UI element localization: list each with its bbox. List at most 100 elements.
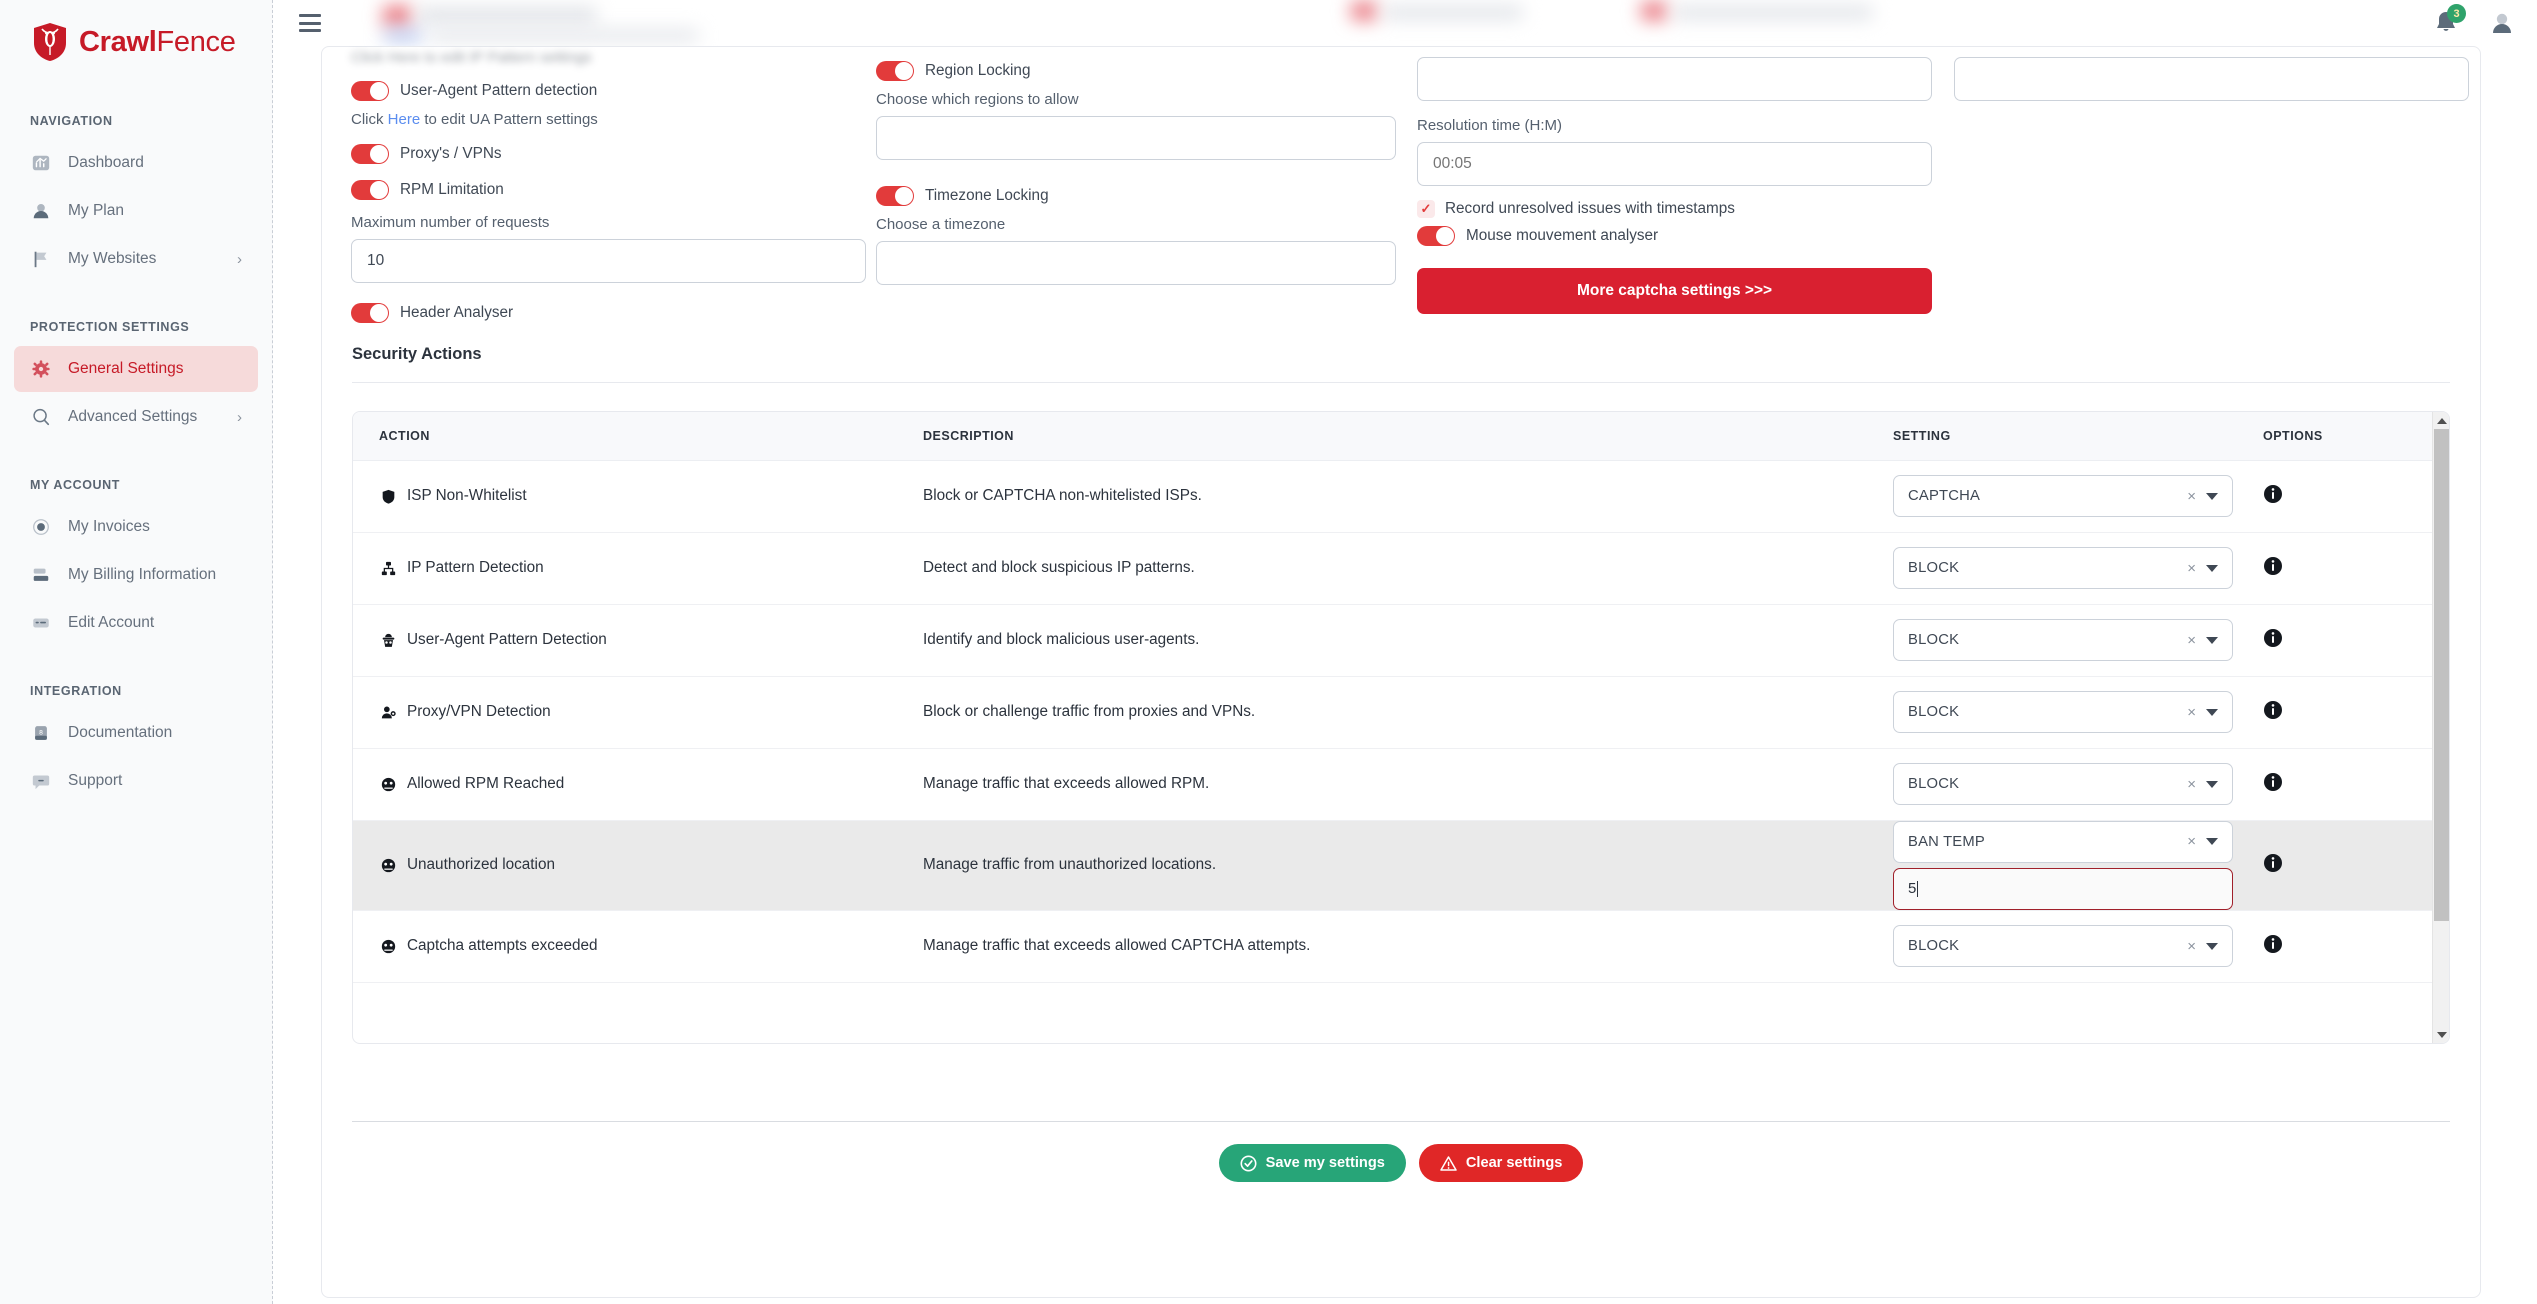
scrollbar-thumb[interactable]	[2434, 429, 2449, 921]
clear-icon[interactable]: ×	[2187, 633, 2196, 648]
sidebar-item-my-plan[interactable]: My Plan	[14, 188, 258, 234]
more-captcha-settings-button[interactable]: More captcha settings >>>	[1417, 268, 1932, 314]
rpm-limitation-toggle[interactable]	[351, 180, 389, 200]
setting-value: BLOCK	[1908, 938, 1959, 954]
chevron-down-icon[interactable]	[2206, 709, 2218, 716]
mouse-analyser-label: Mouse mouvement analyser	[1466, 227, 1658, 245]
clear-icon[interactable]: ×	[2187, 939, 2196, 954]
info-icon[interactable]	[2263, 700, 2283, 720]
clear-icon[interactable]: ×	[2187, 489, 2196, 504]
setting-select[interactable]: BLOCK ×	[1893, 691, 2233, 733]
gauge-icon	[379, 775, 398, 794]
resolution-time-input[interactable]	[1417, 142, 1932, 186]
hamburger-icon[interactable]	[299, 14, 321, 32]
action-name: Allowed RPM Reached	[407, 775, 564, 793]
mouse-analyser-toggle[interactable]	[1417, 226, 1455, 246]
scrolled-off-label-col2	[876, 49, 1379, 65]
setting-value: BLOCK	[1908, 632, 1959, 648]
record-unresolved-checkbox[interactable]: ✓	[1417, 200, 1435, 218]
notifications-button[interactable]: 3	[2433, 9, 2459, 37]
invoice-icon	[30, 516, 52, 538]
action-description: Manage traffic that exceeds allowed CAPT…	[923, 910, 1893, 982]
crawlfence-shield-icon	[32, 22, 68, 62]
brand-logo[interactable]: CrawlFence	[0, 14, 272, 70]
table-row-selected: Unauthorized location Manage traffic fro…	[353, 820, 2432, 910]
sidebar-item-label: Support	[68, 772, 122, 790]
chevron-down-icon[interactable]	[2206, 838, 2218, 845]
ban-duration-value: 5	[1908, 880, 1916, 897]
sidebar-item-label: General Settings	[68, 360, 183, 378]
sidebar-section-account-label: MY ACCOUNT	[0, 478, 272, 492]
setting-value: BLOCK	[1908, 560, 1959, 576]
chevron-down-icon[interactable]	[2206, 493, 2218, 500]
table-row: Proxy/VPN Detection Block or challenge t…	[353, 676, 2432, 748]
setting-value: BLOCK	[1908, 704, 1959, 720]
table-body: ISP Non-Whitelist Block or CAPTCHA non-w…	[353, 460, 2432, 982]
sidebar-item-my-billing-information[interactable]: My Billing Information	[14, 552, 258, 598]
info-icon[interactable]	[2263, 772, 2283, 792]
region-locking-toggle[interactable]	[876, 61, 914, 81]
region-select-input[interactable]	[876, 116, 1396, 160]
table-vertical-scrollbar[interactable]	[2432, 412, 2449, 1043]
sidebar-item-dashboard[interactable]: Dashboard	[14, 140, 258, 186]
setting-select[interactable]: BLOCK ×	[1893, 619, 2233, 661]
chevron-down-icon[interactable]	[2206, 637, 2218, 644]
sidebar-item-edit-account[interactable]: Edit Account	[14, 600, 258, 646]
action-description: Block or challenge traffic from proxies …	[923, 676, 1893, 748]
header-analyser-toggle[interactable]	[351, 303, 389, 323]
spy-icon	[379, 631, 398, 650]
header-analyser-row: Header Analyser	[351, 303, 834, 323]
timezone-select-input[interactable]	[876, 241, 1396, 285]
settings-column-detection: Click Here to edit IP Pattern settings U…	[322, 47, 862, 327]
setting-select[interactable]: BLOCK ×	[1893, 547, 2233, 589]
chevron-down-icon[interactable]	[2206, 781, 2218, 788]
scroll-down-arrow-icon[interactable]	[2433, 1026, 2450, 1043]
clear-settings-button[interactable]: Clear settings	[1419, 1144, 1584, 1182]
ban-duration-input[interactable]: 5	[1893, 868, 2233, 910]
section-divider	[352, 382, 2450, 383]
setting-select[interactable]: CAPTCHA ×	[1893, 475, 2233, 517]
clear-icon[interactable]: ×	[2187, 834, 2196, 849]
setting-select[interactable]: BAN TEMP ×	[1893, 821, 2233, 863]
timezone-locking-toggle[interactable]	[876, 186, 914, 206]
ua-pattern-detection-toggle[interactable]	[351, 81, 389, 101]
setting-select[interactable]: BLOCK ×	[1893, 925, 2233, 967]
scroll-up-arrow-icon[interactable]	[2433, 412, 2450, 429]
info-icon[interactable]	[2263, 934, 2283, 954]
gear-icon	[30, 358, 52, 380]
sidebar-item-general-settings[interactable]: General Settings	[14, 346, 258, 392]
setting-value: BLOCK	[1908, 776, 1959, 792]
sidebar-item-label: My Plan	[68, 202, 124, 220]
chevron-down-icon[interactable]	[2206, 943, 2218, 950]
sidebar-item-my-websites[interactable]: My Websites ›	[14, 236, 258, 282]
info-icon[interactable]	[2263, 853, 2283, 873]
proxy-vpn-toggle[interactable]	[351, 144, 389, 164]
info-icon[interactable]	[2263, 484, 2283, 504]
ua-pattern-settings-link[interactable]: Here	[388, 111, 421, 128]
save-settings-button[interactable]: Save my settings	[1219, 1144, 1406, 1182]
sidebar-item-documentation[interactable]: 8 Documentation	[14, 710, 258, 756]
info-icon[interactable]	[2263, 628, 2283, 648]
security-actions-table: ACTION DESCRIPTION SETTING OPTIONS	[353, 412, 2432, 983]
general-settings-grid: Click Here to edit IP Pattern settings U…	[322, 47, 2480, 327]
info-icon[interactable]	[2263, 556, 2283, 576]
setting-select[interactable]: BLOCK ×	[1893, 763, 2233, 805]
svg-text:8: 8	[39, 729, 43, 736]
clear-icon[interactable]: ×	[2187, 705, 2196, 720]
security-actions-header: Security Actions	[352, 327, 2450, 383]
timezone-locking-row: Timezone Locking	[876, 186, 1379, 206]
clear-settings-label: Clear settings	[1466, 1155, 1563, 1171]
avatar-icon[interactable]	[2489, 9, 2515, 37]
gauge-icon	[379, 937, 398, 956]
clear-icon[interactable]: ×	[2187, 561, 2196, 576]
column-header-action: ACTION	[353, 412, 923, 460]
setting-value: BAN TEMP	[1908, 834, 1985, 850]
sidebar-item-support[interactable]: Support	[14, 758, 258, 804]
sidebar-item-my-invoices[interactable]: My Invoices	[14, 504, 258, 550]
max-requests-input[interactable]	[351, 239, 866, 283]
scrolled-off-label-col1: Click Here to edit IP Pattern settings	[351, 49, 834, 65]
security-actions-table-card: ACTION DESCRIPTION SETTING OPTIONS	[352, 411, 2450, 1044]
sidebar-item-advanced-settings[interactable]: Advanced Settings ›	[14, 394, 258, 440]
chevron-down-icon[interactable]	[2206, 565, 2218, 572]
clear-icon[interactable]: ×	[2187, 777, 2196, 792]
